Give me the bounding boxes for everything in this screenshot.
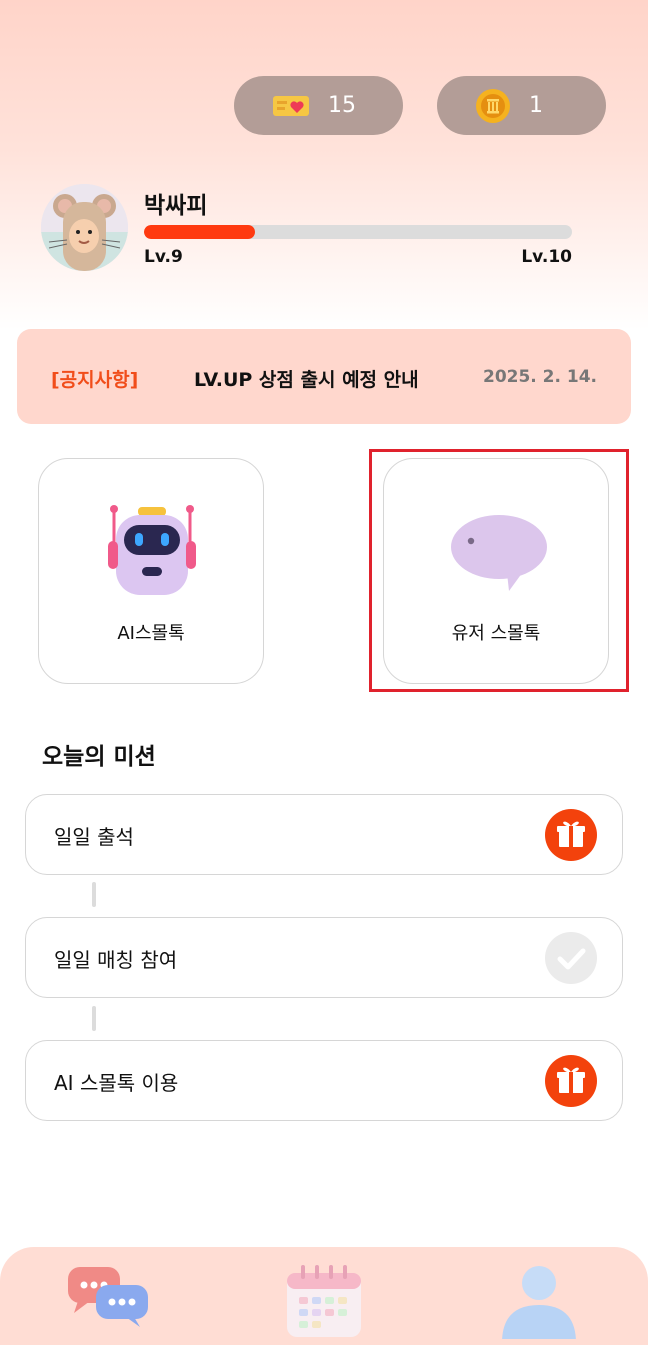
mission-label: AI 스몰톡 이용: [54, 1071, 179, 1095]
mission-item-attendance[interactable]: 일일 출석: [25, 794, 623, 875]
nav-calendar-tab[interactable]: [279, 1259, 369, 1339]
coin-balance[interactable]: 1: [437, 76, 606, 135]
mission-connector: [92, 1006, 96, 1031]
calendar-icon: [287, 1265, 361, 1337]
check-icon: [545, 932, 597, 984]
mission-item-ai-smalltalk[interactable]: AI 스몰톡 이용: [25, 1040, 623, 1121]
mission-item-matching[interactable]: 일일 매칭 참여: [25, 917, 623, 998]
notice-tag: [공지사항]: [51, 369, 139, 391]
username: 박싸피: [144, 193, 208, 219]
next-level: Lv.10: [521, 247, 572, 267]
coin-count: 1: [529, 93, 543, 118]
ai-smalltalk-card[interactable]: AI스몰톡: [38, 458, 264, 684]
mission-label: 일일 매칭 참여: [54, 948, 178, 972]
notice-date: 2025. 2. 14.: [482, 367, 597, 387]
robot-icon: [108, 505, 196, 595]
nav-profile-tab[interactable]: [496, 1259, 586, 1343]
coin-icon: [476, 88, 510, 123]
ai-smalltalk-label: AI스몰톡: [117, 623, 185, 644]
gift-icon[interactable]: [545, 1055, 597, 1107]
missions-heading: 오늘의 미션: [42, 744, 156, 770]
nav-chat-tab[interactable]: [64, 1259, 154, 1339]
selection-highlight: [369, 449, 629, 692]
xp-progress-bar: [144, 225, 572, 239]
mission-label: 일일 출석: [54, 825, 134, 849]
bottom-navigation: [0, 1247, 648, 1345]
current-level: Lv.9: [144, 247, 183, 267]
gift-icon[interactable]: [545, 809, 597, 861]
xp-progress-fill: [144, 225, 256, 239]
mission-connector: [92, 882, 96, 907]
person-icon: [502, 1266, 576, 1343]
ticket-heart-icon: [273, 95, 309, 116]
chat-bubbles-icon: [68, 1267, 148, 1327]
header-background: [0, 0, 648, 330]
ticket-balance[interactable]: 15: [234, 76, 403, 135]
avatar[interactable]: [41, 184, 128, 271]
ticket-count: 15: [328, 93, 356, 118]
notice-banner[interactable]: [공지사항] LV.UP 상점 출시 예정 안내 2025. 2. 14.: [17, 329, 631, 424]
notice-title: LV.UP 상점 출시 예정 안내: [194, 369, 419, 391]
